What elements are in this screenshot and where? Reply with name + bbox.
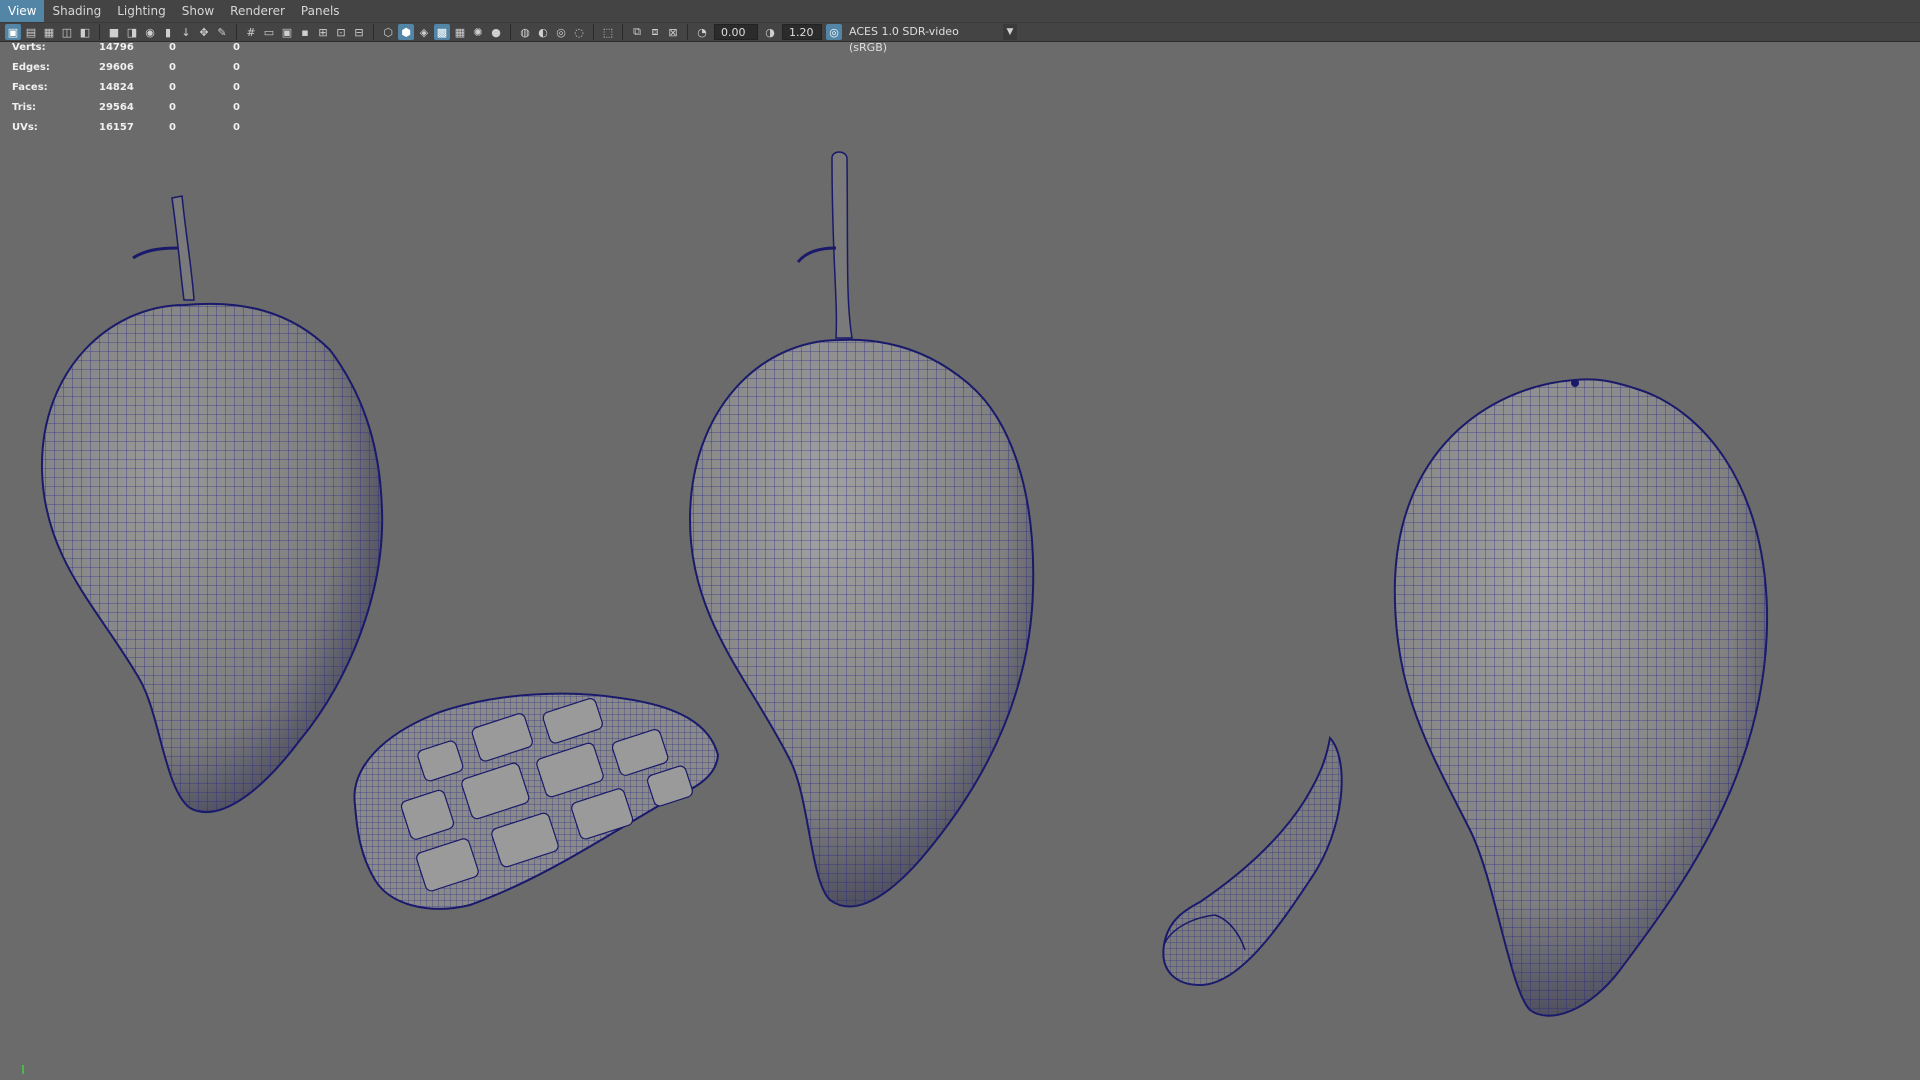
hud-value: 29606 (99, 62, 134, 73)
menu-panels[interactable]: Panels (293, 0, 348, 22)
camera-attributes-icon[interactable]: ▤ (23, 24, 39, 40)
hud-value: 0 (233, 42, 240, 53)
toolbar-separator (593, 24, 594, 40)
hud-value: 0 (233, 62, 240, 73)
hud-value: 0 (233, 102, 240, 113)
mango-mesh-left[interactable] (40, 195, 384, 813)
hud-value: 29564 (99, 102, 134, 113)
exposure-icon[interactable]: ◔ (694, 24, 710, 40)
bookmark-icon[interactable]: ▦ (41, 24, 57, 40)
gate-mask-icon[interactable]: ▪ (297, 24, 313, 40)
color-space-select[interactable]: ACES 1.0 SDR-video (sRGB) (843, 24, 1003, 54)
resolution-gate-icon[interactable]: ▣ (279, 24, 295, 40)
hud-value: 16157 (99, 122, 134, 133)
3d-viewport[interactable] (0, 43, 1920, 1080)
bookmark-flag-icon[interactable]: ▮ (160, 24, 176, 40)
mango-cubed-slice-mesh[interactable] (353, 692, 720, 910)
hud-label: Edges: (12, 62, 50, 73)
lights-icon[interactable]: ✺ (470, 24, 486, 40)
select-camera-icon[interactable]: ▣ (5, 24, 21, 40)
axis-indicator-icon (22, 1065, 24, 1074)
motion-blur-icon[interactable]: ◐ (535, 24, 551, 40)
menu-shading[interactable]: Shading (44, 0, 109, 22)
viewport-scene (40, 151, 1769, 1017)
screen-space-ao-icon[interactable]: ◍ (517, 24, 533, 40)
color-management-icon[interactable]: ◎ (826, 24, 842, 40)
hud-label: Faces: (12, 82, 48, 93)
film-gate-icon[interactable]: ▭ (261, 24, 277, 40)
hud-label: Verts: (12, 42, 46, 53)
hud-row-verts: Verts: 14796 0 0 (12, 42, 253, 62)
hud-value: 0 (233, 82, 240, 93)
mango-mesh-right[interactable] (1393, 378, 1769, 1017)
default-material-icon[interactable]: ◈ (416, 24, 432, 40)
field-chart-icon[interactable]: ⊞ (315, 24, 331, 40)
camera-sequence-icon[interactable]: ◨ (124, 24, 140, 40)
poly-count-hud: Verts: 14796 0 0 Edges: 29606 0 0 Faces:… (12, 42, 253, 142)
hud-row-tris: Tris: 29564 0 0 (12, 102, 253, 122)
grease-pencil-icon[interactable]: ↓ (178, 24, 194, 40)
xray-icon[interactable]: ⧉ (629, 24, 645, 40)
menu-renderer[interactable]: Renderer (222, 0, 293, 22)
multisample-aa-icon[interactable]: ◎ (553, 24, 569, 40)
hud-value: 0 (169, 102, 176, 113)
toolbar-separator (236, 24, 237, 40)
hud-value: 0 (169, 42, 176, 53)
toolbar-separator (99, 24, 100, 40)
exposure-field[interactable]: 0.00 (714, 24, 758, 40)
hud-row-edges: Edges: 29606 0 0 (12, 62, 253, 82)
gamma-field[interactable]: 1.20 (782, 24, 822, 40)
toolbar-separator (373, 24, 374, 40)
mango-mesh-center[interactable] (688, 151, 1035, 908)
safe-action-icon[interactable]: ⊡ (333, 24, 349, 40)
chevron-down-icon[interactable]: ▼ (1003, 24, 1017, 40)
panel-toolbar: ▣ ▤ ▦ ◫ ◧ ■ ◨ ◉ ▮ ↓ ✥ ✎ # ▭ ▣ ▪ ⊞ ⊡ ⊟ ⬡ … (0, 22, 1920, 54)
menu-view[interactable]: View (0, 0, 45, 22)
hud-row-faces: Faces: 14824 0 0 (12, 82, 253, 102)
image-plane-icon[interactable]: ◫ (59, 24, 75, 40)
menu-show[interactable]: Show (174, 0, 222, 22)
menu-lighting[interactable]: Lighting (109, 0, 174, 22)
move-manip-icon[interactable]: ✥ (196, 24, 212, 40)
shadows-icon[interactable]: ● (488, 24, 504, 40)
hud-label: Tris: (12, 102, 37, 113)
camera-icon[interactable]: ■ (106, 24, 122, 40)
hud-value: 0 (169, 82, 176, 93)
toolbar-separator (622, 24, 623, 40)
hud-value: 14824 (99, 82, 134, 93)
depth-of-field-icon[interactable]: ◌ (571, 24, 587, 40)
two-d-pan-zoom-icon[interactable]: ◧ (77, 24, 93, 40)
wireframe-icon[interactable]: ⬡ (380, 24, 396, 40)
hud-value: 0 (169, 62, 176, 73)
panel-menubar: View Shading Lighting Show Renderer Pane… (0, 0, 1920, 22)
gamma-icon[interactable]: ◑ (762, 24, 778, 40)
xray-active-components-icon[interactable]: ⧈ (647, 24, 663, 40)
maya-viewport-app: View Shading Lighting Show Renderer Pane… (0, 0, 1920, 1080)
toolbar-separator (687, 24, 688, 40)
grid-icon[interactable]: # (243, 24, 259, 40)
hud-row-uvs: UVs: 16157 0 0 (12, 122, 253, 142)
hud-value: 14796 (99, 42, 134, 53)
textured-icon[interactable]: ▦ (452, 24, 468, 40)
safe-title-icon[interactable]: ⊟ (351, 24, 367, 40)
isolate-select-icon[interactable]: ⬚ (600, 24, 616, 40)
wireframe-on-shaded-icon[interactable]: ▩ (434, 24, 450, 40)
hud-value: 0 (169, 122, 176, 133)
lock-camera-icon[interactable]: ◉ (142, 24, 158, 40)
mango-peel-mesh[interactable] (1162, 735, 1343, 987)
hud-label: UVs: (12, 122, 38, 133)
xray-joints-icon[interactable]: ⊠ (665, 24, 681, 40)
pencil-icon[interactable]: ✎ (214, 24, 230, 40)
smooth-shade-icon[interactable]: ⬢ (398, 24, 414, 40)
hud-value: 0 (233, 122, 240, 133)
toolbar-separator (510, 24, 511, 40)
